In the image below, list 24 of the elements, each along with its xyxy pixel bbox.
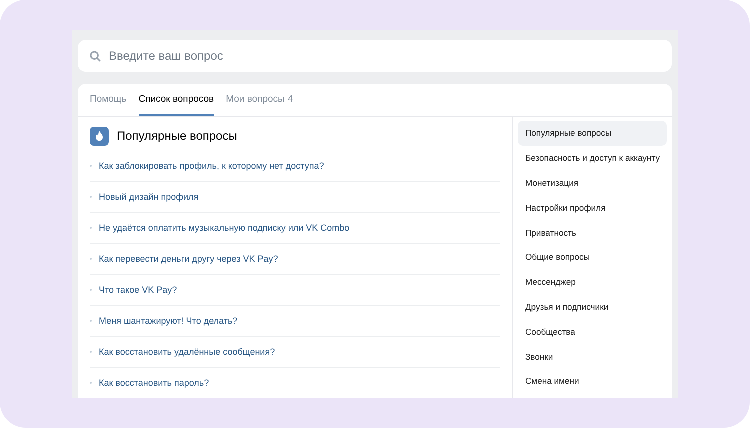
question-link[interactable]: Не удаётся оплатить музыкальную подписку или VK Combo xyxy=(99,223,350,233)
question-link[interactable]: Новый дизайн профиля xyxy=(99,192,199,202)
question-link[interactable]: Как заблокировать профиль, к которому нет доступа? xyxy=(99,161,324,171)
category-item[interactable]: Монетизация xyxy=(518,170,667,196)
question-link[interactable]: Что такое VK Pay? xyxy=(99,285,178,295)
category-item[interactable]: Общие вопросы xyxy=(518,244,667,270)
category-item[interactable]: Настройки профиля xyxy=(518,195,667,220)
tab[interactable]: Мои вопросы 4 xyxy=(226,84,294,116)
question-link[interactable]: Как восстановить пароль? xyxy=(99,378,210,388)
question-link[interactable]: Меня шантажируют! Что делать? xyxy=(99,316,238,326)
section-title: Популярные вопросы xyxy=(117,129,238,143)
category-item[interactable]: Сообщества xyxy=(518,319,667,344)
category-item[interactable]: Приватность xyxy=(518,220,667,245)
search-field[interactable]: Введите ваш вопрос xyxy=(78,40,672,72)
flame-icon xyxy=(90,126,109,146)
category-item[interactable]: Друзья и подписчики xyxy=(518,294,667,320)
tab[interactable]: Список вопросов xyxy=(138,84,214,116)
category-item[interactable]: Популярные вопросы xyxy=(518,121,667,146)
question-link[interactable]: Как восстановить удалённые сообщения? xyxy=(99,347,276,357)
category-item[interactable]: Звонки xyxy=(518,344,667,369)
category-item[interactable]: Смена имени xyxy=(518,368,667,394)
category-item[interactable]: Мессенджер xyxy=(518,270,667,295)
category-item[interactable]: Безопасность и доступ к аккаунту xyxy=(518,146,667,171)
question-link[interactable]: Как перевести деньги другу через VK Pay? xyxy=(99,254,278,264)
